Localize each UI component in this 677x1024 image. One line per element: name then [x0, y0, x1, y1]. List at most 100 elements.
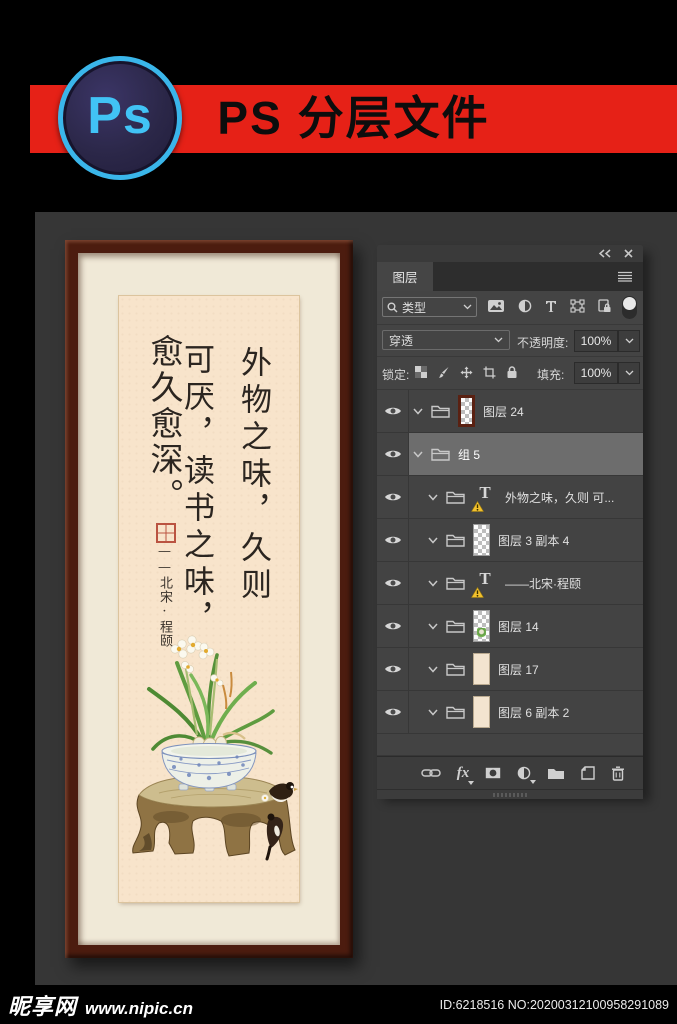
fill-dropdown[interactable] — [618, 362, 640, 384]
calligraphy-column: 外物之味，久则 — [235, 346, 271, 605]
layer-row[interactable]: T 图层 24 — [377, 390, 643, 433]
group-folder-icon — [446, 663, 465, 676]
layer-label: 图层 6 副本 2 — [498, 705, 570, 720]
layer-thumbnail[interactable] — [473, 696, 490, 728]
search-icon — [387, 302, 398, 312]
lock-all-icon[interactable] — [506, 365, 518, 379]
lock-image-pixels-icon[interactable] — [437, 366, 450, 379]
visibility-toggle[interactable] — [377, 691, 409, 733]
site-brand: 昵享网 www.nipic.cn — [8, 989, 193, 1021]
visibility-toggle[interactable] — [377, 433, 409, 475]
panel-menu-icon[interactable] — [617, 271, 633, 282]
link-layers-icon[interactable] — [421, 767, 441, 779]
group-expand-chevron-icon[interactable] — [428, 623, 438, 630]
opacity-value[interactable]: 100% — [574, 330, 618, 352]
blend-mode-row: 穿透 不透明度: 100% — [377, 325, 643, 357]
layer-row-content[interactable]: T 组 5 — [409, 433, 643, 475]
eye-icon — [384, 450, 401, 458]
layer-row-content[interactable]: T 图层 14 — [409, 605, 643, 647]
group-folder-icon — [431, 448, 450, 461]
filter-toggle-knob — [623, 297, 636, 310]
filter-type-dropdown[interactable]: 类型 — [382, 297, 477, 317]
blend-mode-value: 穿透 — [389, 333, 414, 348]
layer-styles-icon[interactable]: fx — [457, 765, 475, 785]
new-adjustment-layer-icon[interactable] — [517, 766, 537, 784]
calligraphy-column: 愈久愈深。 — [145, 334, 184, 514]
filter-shape-layers-icon[interactable] — [570, 299, 585, 313]
opacity-dropdown[interactable] — [618, 330, 640, 352]
group-folder-icon — [446, 534, 465, 547]
layer-row[interactable]: T 图层 14 — [377, 605, 643, 648]
filter-type-layers-icon[interactable] — [545, 300, 557, 313]
new-layer-icon[interactable] — [581, 766, 595, 780]
lock-transparent-pixels-icon[interactable] — [415, 366, 427, 378]
group-expand-chevron-icon[interactable] — [413, 451, 423, 458]
layer-row-content[interactable]: T 图层 3 副本 4 — [409, 519, 643, 561]
close-panel-icon[interactable] — [624, 249, 633, 258]
layer-row-content[interactable]: T ——北宋·程颐 — [409, 562, 643, 604]
photoshop-logo-text: Ps — [87, 87, 153, 145]
panel-toolbar: fx — [377, 756, 643, 789]
new-group-icon[interactable] — [547, 767, 565, 780]
group-folder-icon — [446, 706, 465, 719]
filter-toggle[interactable] — [622, 296, 637, 319]
layers-panel: 图层 类型 穿透 不透明度: 100% 锁定: 填充: 100% 图层 24 组… — [377, 245, 643, 799]
group-expand-chevron-icon[interactable] — [428, 494, 438, 501]
layer-thumbnail[interactable] — [458, 395, 475, 427]
text-layer-icon: T — [471, 484, 497, 512]
filter-type-label: 类型 — [402, 300, 427, 315]
layer-row[interactable]: T ——北宋·程颐 — [377, 562, 643, 605]
filter-adjustment-layers-icon[interactable] — [518, 299, 532, 313]
group-expand-chevron-icon[interactable] — [413, 408, 423, 415]
layer-row-content[interactable]: T 图层 6 副本 2 — [409, 691, 643, 733]
group-expand-chevron-icon[interactable] — [428, 580, 438, 587]
collapse-panel-icon[interactable] — [598, 249, 611, 258]
add-layer-mask-icon[interactable] — [485, 767, 501, 779]
panel-resize-grip[interactable] — [377, 789, 643, 799]
layer-row[interactable]: T 图层 17 — [377, 648, 643, 691]
artwork-paper: 外物之味，久则 可厌，读书之味， 愈久愈深。 ——北宋·程颐 — [119, 296, 299, 902]
eye-icon — [384, 665, 401, 673]
layer-filter-row: 类型 — [377, 291, 643, 325]
layer-label: 外物之味，久则 可... — [505, 490, 615, 505]
blend-mode-dropdown[interactable]: 穿透 — [382, 330, 510, 350]
layer-row[interactable]: T 图层 6 副本 2 — [377, 691, 643, 734]
filter-pixel-layers-icon[interactable] — [487, 299, 505, 313]
layer-thumbnail[interactable] — [473, 610, 490, 642]
panel-title-bar — [377, 245, 643, 262]
filter-smart-objects-icon[interactable] — [598, 299, 611, 313]
delete-layer-icon[interactable] — [611, 766, 625, 781]
site-url: www.nipic.cn — [85, 998, 194, 1018]
artist-signature: ——北宋·程颐 — [157, 544, 172, 648]
eye-icon — [384, 622, 401, 630]
missing-font-warning-icon — [471, 587, 484, 598]
layer-row-content[interactable]: T 图层 17 — [409, 648, 643, 690]
layer-thumbnail[interactable] — [473, 653, 490, 685]
tab-layers[interactable]: 图层 — [377, 262, 433, 291]
eye-icon — [384, 493, 401, 501]
layer-thumbnail[interactable] — [473, 524, 490, 556]
group-expand-chevron-icon[interactable] — [428, 666, 438, 673]
group-expand-chevron-icon[interactable] — [428, 537, 438, 544]
layer-row[interactable]: T 组 5 — [377, 433, 643, 476]
visibility-toggle[interactable] — [377, 605, 409, 647]
lock-position-icon[interactable] — [460, 366, 473, 379]
visibility-toggle[interactable] — [377, 476, 409, 518]
fill-value[interactable]: 100% — [574, 362, 618, 384]
layer-row-content[interactable]: T 图层 24 — [409, 390, 643, 432]
visibility-toggle[interactable] — [377, 648, 409, 690]
visibility-toggle[interactable] — [377, 562, 409, 604]
group-folder-icon — [446, 620, 465, 633]
seal-stamp — [156, 523, 176, 543]
layer-row-content[interactable]: T 外物之味，久则 可... — [409, 476, 643, 518]
layer-row[interactable]: T 外物之味，久则 可... — [377, 476, 643, 519]
layer-label: 图层 17 — [498, 662, 539, 677]
layer-row[interactable]: T 图层 3 副本 4 — [377, 519, 643, 562]
visibility-toggle[interactable] — [377, 390, 409, 432]
visibility-toggle[interactable] — [377, 519, 409, 561]
group-expand-chevron-icon[interactable] — [428, 709, 438, 716]
lock-artboard-icon[interactable] — [483, 366, 496, 379]
layer-label: 组 5 — [458, 447, 481, 462]
layer-label: 图层 14 — [498, 619, 539, 634]
photoshop-logo-icon: Ps — [58, 56, 182, 180]
